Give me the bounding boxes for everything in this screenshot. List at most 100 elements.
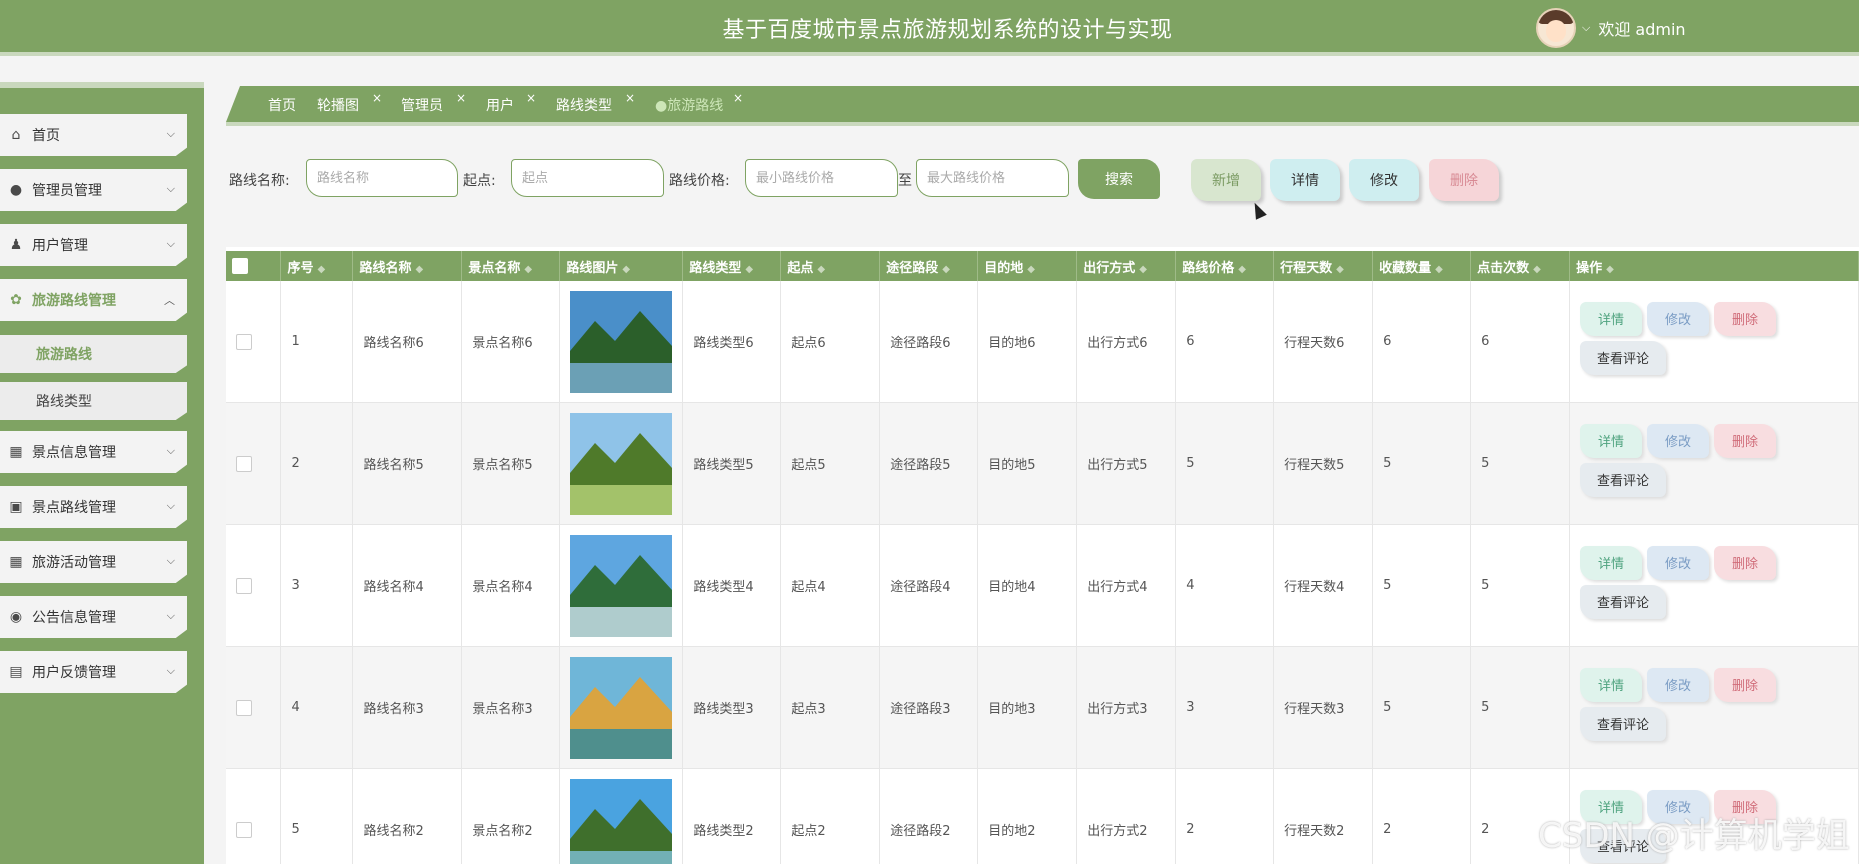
row-select-cell[interactable] (226, 646, 282, 769)
row-delete-button[interactable]: 删除 (1714, 423, 1777, 458)
row-comments-button[interactable]: 查看评论 (1580, 706, 1667, 741)
sort-icon[interactable]: ◆ (524, 264, 532, 275)
sidebar-item-users[interactable]: ♟ 用户管理 ⌵ (0, 224, 187, 266)
sort-icon[interactable]: ◆ (317, 264, 325, 275)
sidebar-item-home[interactable]: ⌂ 首页 ⌵ (0, 114, 187, 156)
sort-icon[interactable]: ◆ (1533, 264, 1541, 275)
sidebar-item-admin[interactable]: ● 管理员管理 ⌵ (0, 169, 187, 211)
row-comments-button[interactable]: 查看评论 (1580, 584, 1667, 619)
col-header[interactable]: 途径路段 ◆ (879, 251, 979, 281)
row-checkbox[interactable] (236, 821, 252, 838)
col-header[interactable]: 路线价格 ◆ (1175, 251, 1275, 281)
col-header[interactable]: 行程天数 ◆ (1273, 251, 1374, 281)
close-icon[interactable]: × (526, 91, 536, 105)
chevron-down-icon[interactable]: ⌵ (1582, 21, 1590, 35)
sidebar-item-attraction-routes[interactable]: ▣ 景点路线管理 ⌵ (0, 486, 187, 528)
tab-admins[interactable]: 管理员 × (401, 91, 466, 115)
row-delete-button[interactable]: 删除 (1714, 667, 1777, 702)
sort-icon[interactable]: ◆ (1606, 264, 1614, 275)
sort-icon[interactable]: ◆ (1336, 264, 1344, 275)
table-cell: 6 (1175, 281, 1275, 403)
row-checkbox[interactable] (236, 455, 252, 472)
route-name-input[interactable] (306, 159, 458, 197)
row-select-cell[interactable] (226, 281, 282, 403)
col-header[interactable]: 路线类型 ◆ (682, 251, 782, 281)
col-header[interactable]: 起点 ◆ (780, 251, 881, 281)
col-header[interactable]: 序号 ◆ (280, 251, 354, 281)
row-delete-button[interactable]: 删除 (1714, 545, 1777, 580)
close-icon[interactable]: × (625, 91, 635, 105)
route-image-cell (559, 768, 684, 864)
col-header[interactable]: 出行方式 ◆ (1076, 251, 1177, 281)
col-header[interactable]: 目的地 ◆ (977, 251, 1078, 281)
sidebar-item-notices[interactable]: ◉ 公告信息管理 ⌵ (0, 596, 187, 638)
row-delete-button[interactable]: 删除 (1714, 301, 1777, 336)
row-detail-button[interactable]: 详情 (1580, 667, 1643, 702)
table-cell: 路线名称4 (352, 524, 463, 647)
table-row[interactable]: 3 路线名称4 景点名称4 路线类型4 起点4 途径路段4 目的地4 出行方式4 4 行程天数4 5… (226, 524, 1859, 647)
sidebar-item-label: 旅游活动管理 (32, 555, 116, 571)
min-price-input[interactable] (745, 159, 898, 197)
tab-home[interactable]: 首页 (268, 95, 296, 115)
table-row[interactable]: 2 路线名称5 景点名称5 路线类型5 起点5 途径路段5 目的地5 出行方式5 5 行程天数5 5… (226, 402, 1859, 525)
row-checkbox[interactable] (236, 699, 252, 716)
tab-route-types[interactable]: 路线类型 × (556, 91, 635, 115)
row-select-cell[interactable] (226, 524, 282, 647)
chevron-down-icon: ⌵ (166, 127, 175, 140)
close-icon[interactable]: × (733, 91, 743, 105)
col-header[interactable]: 路线名称 ◆ (352, 251, 463, 281)
tab-label: ●旅游路线 (655, 98, 724, 114)
col-header[interactable]: 景点名称 ◆ (461, 251, 561, 281)
row-checkbox[interactable] (236, 577, 252, 594)
sidebar-item-feedback[interactable]: ▤ 用户反馈管理 ⌵ (0, 651, 187, 693)
max-price-input[interactable] (916, 159, 1069, 197)
edit-button[interactable]: 修改 (1349, 159, 1419, 201)
row-edit-button[interactable]: 修改 (1647, 667, 1710, 702)
sort-icon[interactable]: ◆ (622, 264, 630, 275)
sort-icon[interactable]: ◆ (942, 264, 950, 275)
table-row[interactable]: 1 路线名称6 景点名称6 路线类型6 起点6 途径路段6 目的地6 出行方式6 6 行程天数6 6… (226, 281, 1859, 403)
sort-icon[interactable]: ◆ (745, 264, 753, 275)
row-checkbox[interactable] (236, 333, 252, 350)
sort-icon[interactable]: ◆ (1238, 264, 1246, 275)
close-icon[interactable]: × (456, 91, 466, 105)
table-row[interactable]: 4 路线名称3 景点名称3 路线类型3 起点3 途径路段3 目的地3 出行方式3 3 行程天数3 5… (226, 646, 1859, 769)
sort-icon[interactable]: ◆ (1435, 264, 1443, 275)
row-detail-button[interactable]: 详情 (1580, 423, 1643, 458)
sidebar-subitem-travel-routes[interactable]: 旅游路线 (0, 335, 187, 373)
row-edit-button[interactable]: 修改 (1647, 423, 1710, 458)
col-header[interactable]: 路线图片 ◆ (559, 251, 684, 281)
sort-icon[interactable]: ◆ (817, 264, 825, 275)
row-select-cell[interactable] (226, 402, 282, 525)
row-edit-button[interactable]: 修改 (1647, 545, 1710, 580)
search-button[interactable]: 搜索 (1078, 159, 1160, 199)
tab-users[interactable]: 用户 × (486, 91, 536, 115)
sort-icon[interactable]: ◆ (1027, 264, 1035, 275)
add-button[interactable]: 新增 (1191, 159, 1261, 201)
delete-button[interactable]: 删除 (1429, 159, 1499, 201)
tab-travel-routes[interactable]: ●旅游路线 × (655, 91, 743, 115)
row-edit-button[interactable]: 修改 (1647, 301, 1710, 336)
tab-carousel[interactable]: 轮播图 × (317, 91, 382, 115)
sort-icon[interactable]: ◆ (1139, 264, 1147, 275)
col-header[interactable]: 收藏数量 ◆ (1372, 251, 1472, 281)
detail-button[interactable]: 详情 (1270, 159, 1340, 201)
row-comments-button[interactable]: 查看评论 (1580, 462, 1667, 497)
select-all-header[interactable] (226, 251, 282, 281)
sidebar-item-routes[interactable]: ✿ 旅游路线管理 ︿ (0, 279, 187, 321)
start-input[interactable] (511, 159, 664, 197)
close-icon[interactable]: × (372, 91, 382, 105)
user-menu[interactable]: ⌵ 欢迎 admin (1536, 8, 1686, 48)
avatar[interactable] (1536, 8, 1576, 48)
col-header[interactable]: 操作 ◆ (1569, 251, 1859, 281)
row-select-cell[interactable] (226, 768, 282, 864)
sidebar-item-attractions[interactable]: ▦ 景点信息管理 ⌵ (0, 431, 187, 473)
select-all-checkbox[interactable] (232, 258, 248, 274)
sidebar-subitem-route-types[interactable]: 路线类型 (0, 382, 187, 420)
row-detail-button[interactable]: 详情 (1580, 301, 1643, 336)
row-comments-button[interactable]: 查看评论 (1580, 340, 1667, 375)
row-detail-button[interactable]: 详情 (1580, 545, 1643, 580)
sidebar-item-activities[interactable]: ▦ 旅游活动管理 ⌵ (0, 541, 187, 583)
col-header[interactable]: 点击次数 ◆ (1470, 251, 1571, 281)
sort-icon[interactable]: ◆ (415, 264, 423, 275)
